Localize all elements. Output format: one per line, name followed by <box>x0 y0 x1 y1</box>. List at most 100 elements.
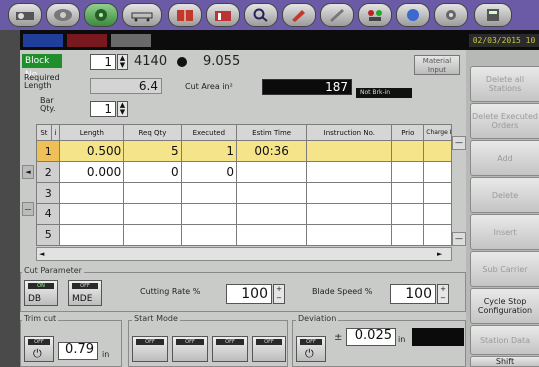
length-cell[interactable] <box>59 223 125 247</box>
search-icon[interactable] <box>244 3 278 27</box>
length-cell[interactable] <box>59 203 125 225</box>
prio-cell[interactable] <box>391 223 425 247</box>
req-qty-cell[interactable]: 0 <box>123 161 182 184</box>
mde-label: MDE <box>72 294 93 304</box>
db-on-indicator: ON <box>28 283 54 289</box>
delete-executed-orders-button[interactable]: Delete Executed Orders <box>470 103 539 139</box>
sub-carrier-button[interactable]: Sub Carrier <box>470 251 539 287</box>
executed-cell[interactable] <box>180 182 238 204</box>
instruction-cell[interactable] <box>306 223 393 247</box>
prio-cell[interactable] <box>391 203 425 225</box>
required-length-field[interactable]: 6.4 <box>90 78 162 94</box>
req-qty-cell[interactable]: 5 <box>123 140 182 163</box>
estim-time-cell <box>236 203 308 225</box>
row-number: 5 <box>35 223 61 247</box>
table-row[interactable]: 1 0.500 5 1 00:36 <box>35 140 452 163</box>
row-scroll-up-button[interactable]: ◄ <box>22 165 34 179</box>
scroll-right-arrow[interactable]: ► <box>437 250 447 258</box>
blade-speed-spinner[interactable]: + − <box>437 284 449 304</box>
network-icon[interactable] <box>358 3 392 27</box>
prio-cell[interactable] <box>391 140 425 163</box>
material-input-button[interactable]: Material Input <box>414 55 460 75</box>
estim-time-cell <box>236 182 308 204</box>
station-data-button[interactable]: Station Data <box>470 325 539 355</box>
color-icon[interactable] <box>396 3 430 27</box>
book-icon[interactable] <box>168 3 202 27</box>
block-no-field[interactable]: 1 <box>90 54 116 70</box>
bar-qty-field[interactable]: 1 <box>90 101 116 117</box>
bar-qty-spinner[interactable]: ▲ ▼ <box>117 101 128 117</box>
executed-cell[interactable] <box>180 203 238 225</box>
table-scroll-up-button[interactable]: — <box>452 136 466 150</box>
length-cell[interactable]: 0.000 <box>59 161 125 184</box>
tools-icon[interactable] <box>282 3 316 27</box>
cutter-icon[interactable] <box>84 3 118 27</box>
home-icon[interactable] <box>8 3 42 27</box>
delete-all-stations-button[interactable]: Delete all Stations <box>470 66 539 102</box>
start-mode-option-4[interactable]: OFF <box>252 336 286 362</box>
status-swatch-blue <box>23 34 63 47</box>
charge-cell[interactable] <box>423 140 452 163</box>
scroll-left-arrow[interactable]: ◄ <box>39 250 49 258</box>
cut-area-label: Cut Area in² <box>185 82 233 91</box>
req-qty-cell[interactable] <box>123 182 182 204</box>
shift-button[interactable]: Shift <box>470 356 539 367</box>
conveyor-icon[interactable] <box>122 3 162 27</box>
instruction-cell[interactable] <box>306 161 393 184</box>
deviation-toggle[interactable]: OFF ⏻ <box>296 336 326 362</box>
delete-button[interactable]: Delete <box>470 177 539 213</box>
charge-cell[interactable] <box>423 161 452 184</box>
deviation-field[interactable]: 0.025 <box>346 328 396 346</box>
block-no-spinner[interactable]: ▲ ▼ <box>117 54 128 70</box>
settings-icon[interactable] <box>434 3 468 27</box>
start-mode-option-3[interactable]: OFF <box>212 336 248 362</box>
req-qty-cell[interactable] <box>123 223 182 247</box>
prio-cell[interactable] <box>391 182 425 204</box>
trim-cut-toggle[interactable]: OFF ⏻ <box>24 336 54 362</box>
instruction-cell[interactable] <box>306 203 393 225</box>
cutting-rate-spinner[interactable]: + − <box>273 284 285 304</box>
instruction-cell[interactable] <box>306 182 393 204</box>
horizontal-scrollbar[interactable]: ◄ ► <box>36 247 452 261</box>
estim-time-cell: 00:36 <box>236 140 308 163</box>
trim-cut-unit: in <box>102 350 110 359</box>
folder-icon[interactable] <box>206 3 240 27</box>
edit-icon[interactable] <box>320 3 354 27</box>
start-mode-off-indicator: OFF <box>216 339 244 345</box>
deviation-off-indicator: OFF <box>300 339 322 345</box>
prio-cell[interactable] <box>391 161 425 184</box>
charge-cell[interactable] <box>423 203 452 225</box>
right-button-panel: Delete all Stations Delete Executed Orde… <box>466 50 539 367</box>
table-scroll-down-button[interactable]: — <box>452 232 466 246</box>
instruction-cell[interactable] <box>306 140 393 163</box>
start-mode-option-2[interactable]: OFF <box>172 336 208 362</box>
charge-cell[interactable] <box>423 182 452 204</box>
mde-toggle[interactable]: OFF MDE <box>68 280 102 306</box>
req-qty-cell[interactable] <box>123 203 182 225</box>
executed-cell[interactable]: 0 <box>180 161 238 184</box>
charge-cell[interactable] <box>423 223 452 247</box>
cycle-stop-configuration-button[interactable]: Cycle Stop Configuration <box>470 288 539 324</box>
col-header: St <box>36 123 52 142</box>
add-button[interactable]: Add <box>470 140 539 176</box>
col-header: Length <box>59 123 125 142</box>
trim-cut-off-indicator: OFF <box>28 339 50 345</box>
table-row[interactable]: 3 <box>35 182 452 204</box>
db-toggle[interactable]: ON DB <box>24 280 58 306</box>
trim-cut-field[interactable]: 0.79 <box>58 342 98 360</box>
table-row[interactable]: 5 <box>35 223 452 247</box>
row-scroll-down-button[interactable]: — <box>22 202 34 216</box>
deviation-unit: in <box>398 335 406 344</box>
table-row[interactable]: 2 0.000 0 0 <box>35 161 452 184</box>
insert-button[interactable]: Insert <box>470 214 539 250</box>
tape-icon[interactable] <box>46 3 80 27</box>
calculator-icon[interactable] <box>474 3 512 27</box>
table-row[interactable]: 4 <box>35 203 452 225</box>
cutting-rate-field[interactable]: 100 <box>226 284 272 304</box>
executed-cell[interactable] <box>180 223 238 247</box>
blade-speed-field[interactable]: 100 <box>390 284 436 304</box>
length-cell[interactable] <box>59 182 125 204</box>
executed-cell[interactable]: 1 <box>180 140 238 163</box>
start-mode-option-1[interactable]: OFF <box>132 336 168 362</box>
length-cell[interactable]: 0.500 <box>59 140 125 163</box>
